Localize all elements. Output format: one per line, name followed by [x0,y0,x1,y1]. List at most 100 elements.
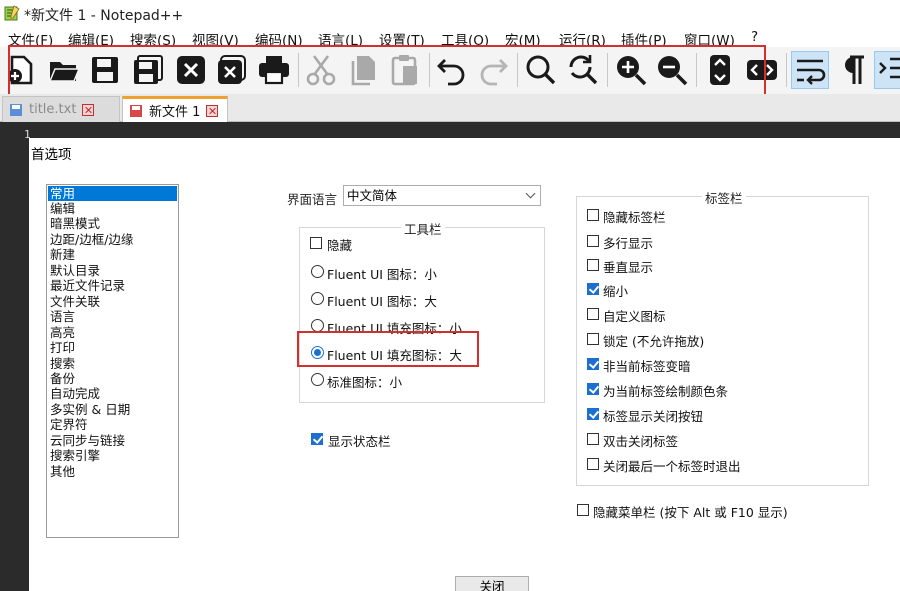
category-item[interactable]: 边距/边框/边缘 [48,232,177,247]
menu-plugins[interactable]: 插件(P) [621,29,667,49]
tab-title-txt[interactable]: title.txt [2,96,120,122]
hide-menubar-checkbox[interactable] [577,504,589,516]
menu-settings[interactable]: 设置(T) [379,29,425,49]
menu-language[interactable]: 语言(L) [318,29,363,49]
category-item[interactable]: 编辑 [48,201,177,216]
tab-option-checkbox[interactable] [587,383,599,395]
close-button[interactable]: 关闭 [455,576,529,591]
category-item[interactable]: 自动完成 [48,386,177,401]
cut-icon[interactable] [302,51,340,89]
tab-option-checkbox[interactable] [587,408,599,420]
category-item[interactable]: 常用 [48,186,177,201]
tab-option-label: 垂直显示 [603,260,654,275]
category-list[interactable]: 常用 编辑 暗黑模式 边距/边框/边缘 新建 默认目录 最近文件记录 文件关联 … [46,184,179,538]
indent-guide-icon[interactable] [874,51,900,89]
category-item[interactable]: 暗黑模式 [48,216,177,231]
tab-option-checkbox[interactable] [587,433,599,445]
tab-option-label: 关闭最后一个标签时退出 [603,459,741,474]
menu-run[interactable]: 运行(R) [559,29,606,49]
icon-style-radio[interactable] [311,319,324,332]
category-item[interactable]: 新建 [48,247,177,262]
icon-style-radio[interactable] [311,373,324,386]
tab-close-icon[interactable] [206,104,219,117]
save-icon[interactable] [86,51,124,89]
open-folder-icon[interactable] [45,51,83,89]
language-label: 界面语言 [287,192,338,207]
language-select[interactable]: 中文简体 [343,185,541,206]
word-wrap-icon[interactable] [791,51,829,89]
toolbar-separator [786,53,787,87]
close-icon[interactable] [172,51,210,89]
menu-file[interactable]: 文件(F) [8,29,53,49]
tab-option-label: 锁定 (不允许拖放) [603,334,705,349]
tab-option-checkbox[interactable] [587,308,599,320]
tab-option-checkbox[interactable] [587,358,599,370]
tab-label: 新文件 1 [149,105,201,120]
category-item[interactable]: 默认目录 [48,263,177,278]
sync-vertical-icon[interactable] [701,51,739,89]
menu-help[interactable]: ? [751,29,758,45]
menu-view[interactable]: 视图(V) [192,29,239,49]
category-item[interactable]: 搜索 [48,356,177,371]
replace-icon[interactable] [564,51,602,89]
paste-icon[interactable] [386,51,424,89]
category-item[interactable]: 搜索引擎 [48,448,177,463]
tab-new-file-1[interactable]: 新文件 1 [122,96,228,122]
menu-search[interactable]: 搜索(S) [130,29,176,49]
undo-icon[interactable] [433,51,471,89]
redo-icon[interactable] [474,51,512,89]
tab-option-checkbox[interactable] [587,259,599,271]
tab-bar: title.txt 新文件 1 [0,94,900,122]
show-statusbar-label: 显示状态栏 [328,434,391,449]
tab-option-checkbox[interactable] [587,333,599,345]
menu-encoding[interactable]: 编码(N) [255,29,303,49]
file-unsaved-icon [130,104,142,117]
category-item[interactable]: 云同步与链接 [48,433,177,448]
category-item[interactable]: 其他 [48,464,177,479]
menu-window[interactable]: 窗口(W) [684,29,735,49]
show-all-chars-icon[interactable] [834,51,872,89]
category-item[interactable]: 高亮 [48,325,177,340]
close-all-icon[interactable] [212,51,250,89]
tab-option-label: 为当前标签绘制颜色条 [603,384,729,399]
category-item[interactable]: 语言 [48,309,177,324]
menu-edit[interactable]: 编辑(E) [68,29,114,49]
tab-option-checkbox[interactable] [587,283,599,295]
toolbar [0,47,900,94]
zoom-out-icon[interactable] [653,51,691,89]
icon-style-label: Fluent UI 填充图标：大 [327,348,462,363]
category-item[interactable]: 备份 [48,371,177,386]
toolbar-group-title: 工具栏 [401,219,445,238]
menu-macro[interactable]: 宏(M) [505,29,541,49]
toolbar-hide-label: 隐藏 [327,238,353,253]
copy-icon[interactable] [345,51,383,89]
show-statusbar-checkbox[interactable] [311,433,323,445]
toolbar-separator [607,53,608,87]
category-item[interactable]: 打印 [48,340,177,355]
sync-horizontal-icon[interactable] [743,51,781,89]
category-item[interactable]: 定界符 [48,417,177,432]
save-all-icon[interactable] [129,51,167,89]
tab-option-checkbox[interactable] [587,458,599,470]
new-file-icon[interactable] [2,51,40,89]
category-item[interactable]: 文件关联 [48,294,177,309]
print-icon[interactable] [255,51,293,89]
toolbar-hide-checkbox[interactable] [310,237,322,249]
icon-style-radio-selected[interactable] [311,346,324,359]
category-item[interactable]: 多实例 & 日期 [48,402,177,417]
icon-style-radio[interactable] [311,265,324,278]
tab-option-checkbox[interactable] [587,235,599,247]
tab-option-checkbox[interactable] [587,209,599,221]
tab-close-icon[interactable] [82,103,95,116]
zoom-in-icon[interactable] [612,51,650,89]
category-item[interactable]: 最近文件记录 [48,278,177,293]
notepadpp-icon [4,5,20,21]
find-icon[interactable] [522,51,560,89]
tab-option-label: 标签显示关闭按钮 [603,409,704,424]
toolbar-separator [517,53,518,87]
menu-tools[interactable]: 工具(O) [441,29,489,49]
icon-style-radio[interactable] [311,292,324,305]
tabbar-group-title: 标签栏 [702,188,746,207]
tab-option-label: 自定义图标 [603,309,666,324]
window-title: *新文件 1 - Notepad++ [24,8,184,24]
